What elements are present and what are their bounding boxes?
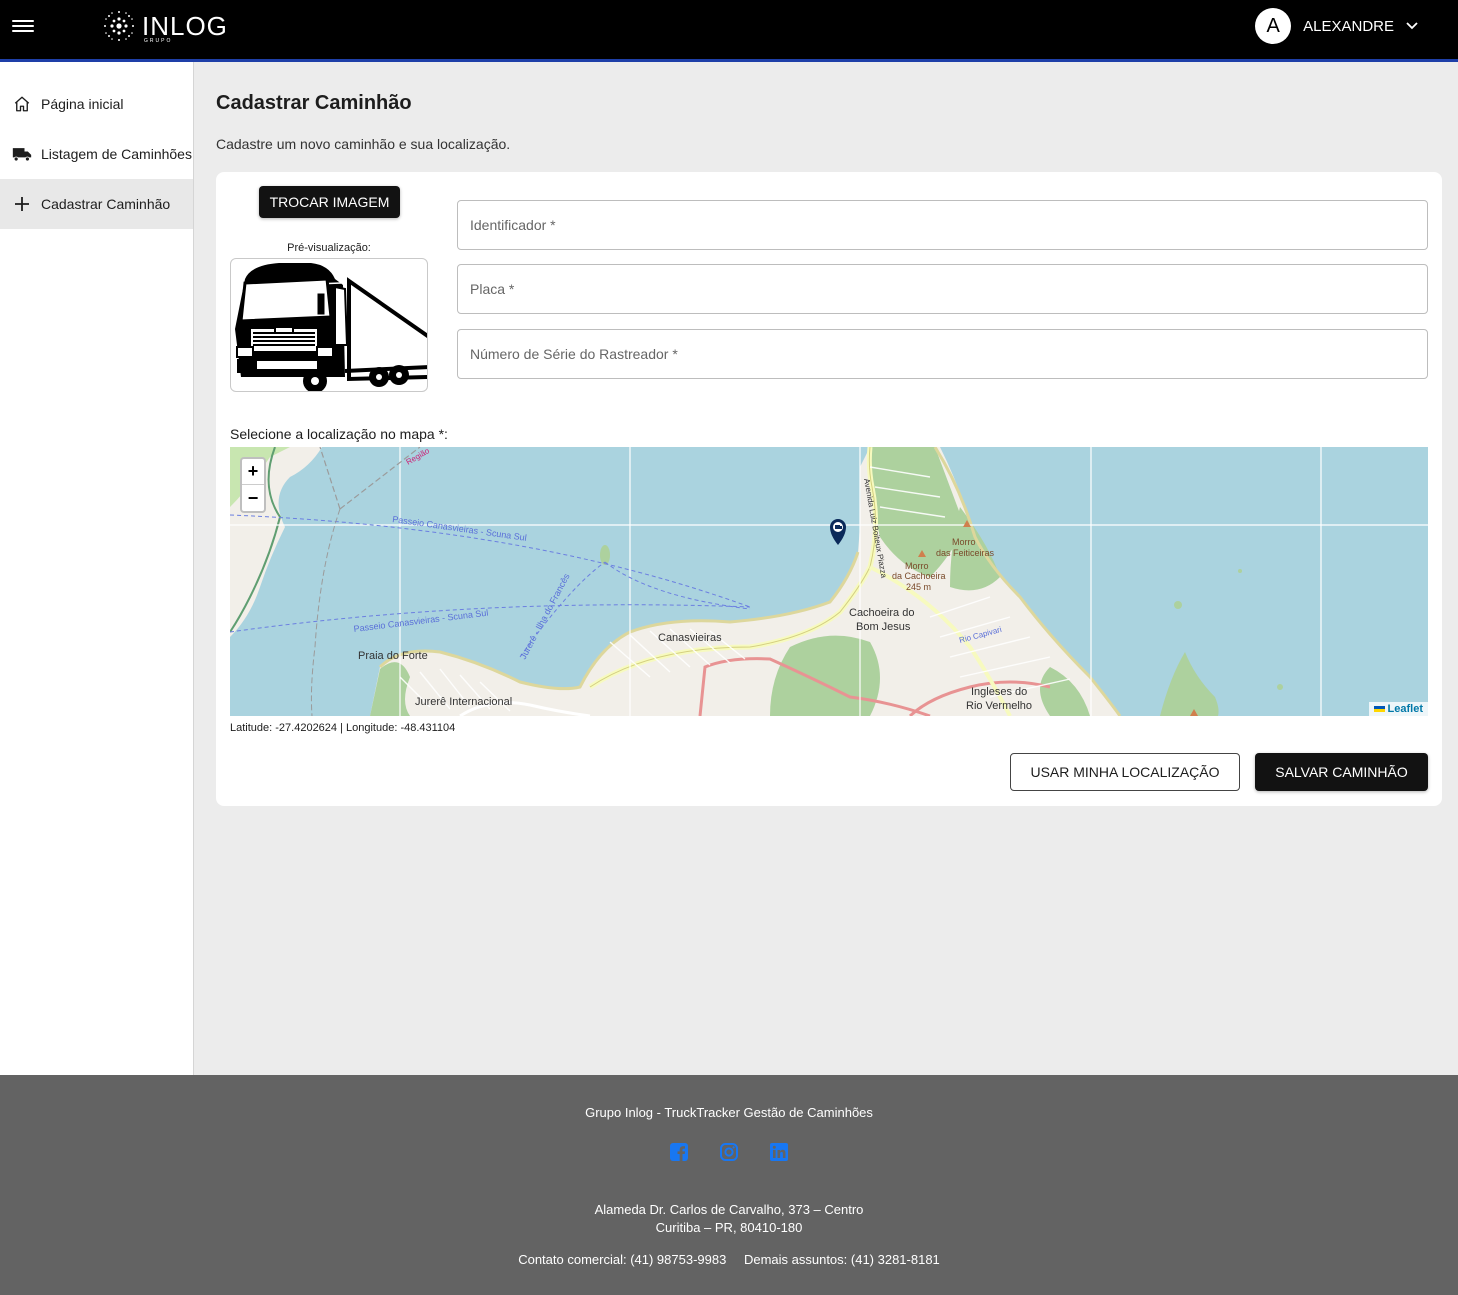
map-place-label: Rio Vermelho (966, 700, 1032, 712)
page-title: Cadastrar Caminhão (216, 92, 412, 114)
serial-number-field[interactable] (457, 329, 1428, 379)
map-place-label: 245 m (906, 582, 931, 592)
map-label: Selecione a localização no mapa *: (230, 426, 448, 442)
instagram-icon[interactable] (720, 1143, 738, 1161)
change-image-button[interactable]: TROCAR IMAGEM (259, 186, 400, 218)
placa-input[interactable] (458, 265, 1427, 313)
map-place-label: Cachoeira do (849, 607, 914, 619)
zoom-out-button[interactable]: − (242, 485, 264, 511)
sidebar-item-truck-list[interactable]: Listagem de Caminhões (0, 129, 193, 179)
brand-subtitle: GRUPO (144, 38, 173, 44)
map-tiles[interactable]: Canasvieiras Praia do Forte Jurerê Inter… (230, 447, 1428, 716)
plus-icon (12, 194, 32, 214)
map-place-label: Canasvieiras (658, 632, 722, 644)
serial-number-input[interactable] (458, 330, 1427, 378)
identificador-input[interactable] (458, 201, 1427, 249)
map-place-label: Ingleses do (971, 686, 1027, 698)
avatar[interactable]: A (1255, 8, 1292, 44)
other-contact: Demais assuntos: (41) 3281-8181 (743, 1252, 940, 1267)
map-place-label: Bom Jesus (856, 621, 911, 633)
register-truck-card: TROCAR IMAGEM Pré-visualização: Identifi… (216, 172, 1442, 806)
use-my-location-button[interactable]: USAR MINHA LOCALIZAÇÃO (1010, 753, 1240, 791)
location-map[interactable]: Canasvieiras Praia do Forte Jurerê Inter… (230, 447, 1428, 716)
logo-dots-icon (104, 11, 134, 41)
sidebar-item-label: Listagem de Caminhões (41, 146, 192, 162)
sidebar-item-label: Página inicial (41, 96, 124, 112)
truck-illustration (235, 263, 427, 391)
map-place-label: Morro (952, 537, 976, 547)
sidebar-item-home[interactable]: Página inicial (0, 79, 193, 129)
footer: Grupo Inlog - TruckTracker Gestão de Cam… (0, 1075, 1458, 1295)
preview-label: Pré-visualização: (287, 242, 371, 254)
leaflet-link[interactable]: Leaflet (1388, 703, 1423, 715)
user-name[interactable]: ALEXANDRE (1303, 18, 1394, 35)
footer-address-line2: Curitiba – PR, 80410-180 (655, 1220, 803, 1235)
footer-address-line1: Alameda Dr. Carlos de Carvalho, 373 – Ce… (594, 1202, 864, 1217)
page-subtitle: Cadastre um novo caminhão e sua localiza… (216, 136, 511, 152)
sidebar-item-register-truck[interactable]: Cadastrar Caminhão (0, 179, 193, 229)
top-app-bar: INLOG GRUPO A ALEXANDRE (0, 0, 1458, 62)
ukraine-flag-icon (1373, 706, 1385, 712)
home-icon (12, 94, 32, 114)
map-place-label: Praia do Forte (358, 650, 428, 662)
map-zoom-control: + − (240, 457, 266, 513)
facebook-icon[interactable] (670, 1143, 688, 1161)
sidebar: Página inicial Listagem de Caminhões Cad… (0, 62, 194, 1075)
inlog-logo[interactable]: INLOG GRUPO (100, 6, 228, 46)
chevron-down-icon[interactable] (1406, 22, 1418, 30)
footer-contacts: Contato comercial: (41) 98753-9983 Demai… (0, 1252, 1458, 1267)
brand-name: INLOG (142, 10, 228, 41)
identificador-field[interactable] (457, 200, 1428, 250)
zoom-in-button[interactable]: + (242, 459, 264, 485)
map-place-label: das Feiticeiras (936, 548, 995, 558)
map-attribution: Leaflet (1368, 702, 1428, 716)
placa-field[interactable] (457, 264, 1428, 314)
truck-image-preview (230, 258, 428, 392)
linkedin-icon[interactable] (770, 1143, 788, 1161)
social-links (0, 1143, 1458, 1161)
map-place-label: Jurerê Internacional (415, 696, 512, 708)
truck-icon (12, 144, 32, 164)
map-place-label: da Cachoeira (892, 571, 946, 581)
sidebar-item-label: Cadastrar Caminhão (41, 196, 171, 212)
coordinates-readout: Latitude: -27.4202624 | Longitude: -48.4… (230, 722, 456, 734)
user-menu[interactable]: A ALEXANDRE (1255, 8, 1418, 44)
menu-icon[interactable] (12, 17, 34, 37)
save-truck-button[interactable]: SALVAR CAMINHÃO (1255, 753, 1428, 791)
footer-title: Grupo Inlog - TruckTracker Gestão de Cam… (585, 1105, 873, 1120)
map-place-label: Morro (905, 561, 929, 571)
commercial-contact: Contato comercial: (41) 98753-9983 (518, 1252, 727, 1267)
